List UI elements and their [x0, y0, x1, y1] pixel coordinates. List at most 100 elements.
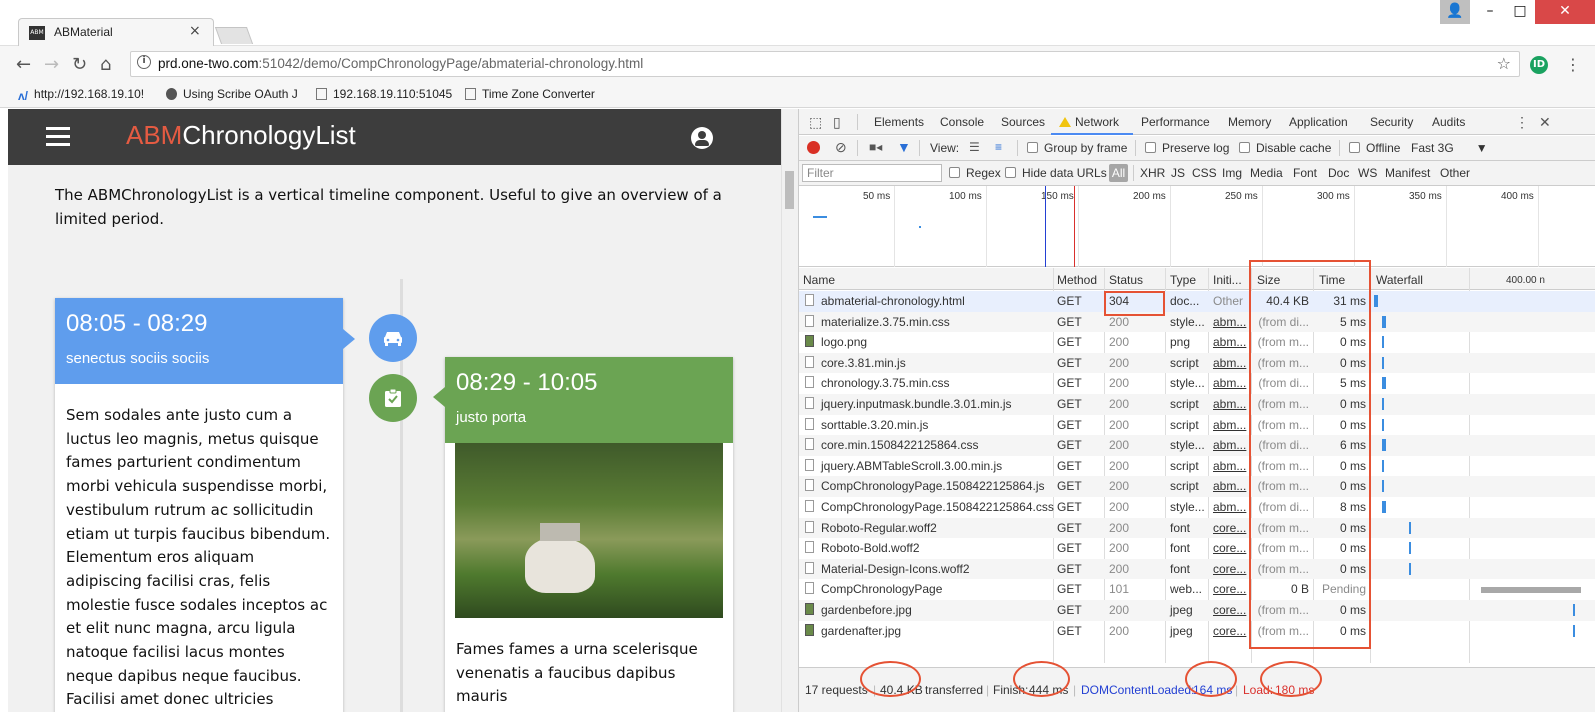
- large-rows-icon[interactable]: ☰: [969, 140, 980, 154]
- type-filter-js[interactable]: JS: [1171, 166, 1185, 180]
- bookmark-item[interactable]: ʌ/http://192.168.19.10!: [18, 87, 144, 103]
- star-icon[interactable]: ☆: [1497, 54, 1511, 73]
- request-initiator[interactable]: abm...: [1213, 438, 1246, 452]
- type-filter-media[interactable]: Media: [1250, 166, 1283, 180]
- browser-tab[interactable]: ABM ABMaterial ×: [18, 18, 214, 46]
- request-initiator[interactable]: abm...: [1213, 335, 1246, 349]
- preserve-log-checkbox[interactable]: Preserve log: [1145, 141, 1229, 155]
- tab-security[interactable]: Security: [1370, 115, 1413, 129]
- hide-data-urls-checkbox[interactable]: Hide data URLs: [1005, 166, 1107, 180]
- forward-arrow-icon[interactable]: →: [44, 54, 59, 75]
- type-filter-doc[interactable]: Doc: [1328, 166, 1349, 180]
- column-method[interactable]: Method: [1057, 273, 1097, 287]
- tab-audits[interactable]: Audits: [1432, 115, 1465, 129]
- request-initiator[interactable]: abm...: [1213, 376, 1246, 390]
- user-profile-icon[interactable]: 👤: [1440, 0, 1470, 24]
- request-row[interactable]: chronology.3.75.min.css GET 200 style... abm…: [799, 373, 1595, 394]
- request-initiator[interactable]: abm...: [1213, 479, 1246, 493]
- request-initiator[interactable]: core...: [1213, 541, 1246, 555]
- overview-icon[interactable]: ≡: [995, 140, 1002, 154]
- bookmark-item[interactable]: Time Zone Converter: [465, 87, 595, 101]
- column-waterfall[interactable]: Waterfall: [1376, 273, 1423, 287]
- type-filter-manifest[interactable]: Manifest: [1385, 166, 1430, 180]
- close-icon[interactable]: ×: [189, 23, 201, 39]
- type-filter-ws[interactable]: WS: [1358, 166, 1377, 180]
- timeline-overview[interactable]: 50 ms 100 ms 150 ms 200 ms 250 ms 300 ms…: [799, 186, 1595, 267]
- request-row[interactable]: gardenbefore.jpg GET 200 jpeg core... (from m…: [799, 600, 1595, 621]
- request-row[interactable]: core.3.81.min.js GET 200 script abm... (from …: [799, 352, 1595, 374]
- request-initiator[interactable]: abm...: [1213, 315, 1246, 329]
- request-name[interactable]: jquery.inputmask.bundle.3.01.min.js: [821, 397, 1012, 411]
- filter-icon[interactable]: ▼: [897, 139, 911, 155]
- request-row[interactable]: gardenafter.jpg GET 200 jpeg core... (from m.…: [799, 621, 1595, 642]
- request-initiator[interactable]: core...: [1213, 624, 1246, 638]
- request-row[interactable]: Roboto-Bold.woff2 GET 200 font core... (from …: [799, 538, 1595, 559]
- tab-console[interactable]: Console: [940, 115, 984, 129]
- request-name[interactable]: Roboto-Bold.woff2: [821, 541, 920, 555]
- request-name[interactable]: logo.png: [821, 335, 867, 349]
- info-icon[interactable]: i: [137, 55, 151, 69]
- request-row[interactable]: logo.png GET 200 png abm... (from m... 0 ms: [799, 332, 1595, 353]
- close-devtools-icon[interactable]: ✕: [1539, 114, 1551, 131]
- request-initiator[interactable]: core...: [1213, 582, 1246, 596]
- request-row[interactable]: jquery.inputmask.bundle.3.01.min.js GET 20…: [799, 394, 1595, 415]
- column-initiator[interactable]: Initi...: [1213, 273, 1242, 287]
- request-row[interactable]: CompChronologyPage GET 101 web... core... 0 B…: [799, 579, 1595, 600]
- request-initiator[interactable]: abm...: [1213, 459, 1246, 473]
- type-filter-font[interactable]: Font: [1293, 166, 1317, 180]
- request-row[interactable]: jquery.ABMTableScroll.3.00.min.js GET 200 s…: [799, 456, 1595, 477]
- request-name[interactable]: Roboto-Regular.woff2: [821, 521, 937, 535]
- request-row[interactable]: Roboto-Regular.woff2 GET 200 font core... (fr…: [799, 517, 1595, 539]
- bookmark-item[interactable]: Using Scribe OAuth J: [166, 87, 298, 101]
- tab-sources[interactable]: Sources: [1001, 115, 1045, 129]
- column-type[interactable]: Type: [1170, 273, 1196, 287]
- request-row[interactable]: abmaterial-chronology.html GET 304 doc... Ot…: [799, 291, 1595, 312]
- record-icon[interactable]: [807, 141, 820, 154]
- throttling-select[interactable]: Fast 3G ▼: [1411, 141, 1488, 155]
- request-name[interactable]: abmaterial-chronology.html: [821, 294, 965, 308]
- tab-performance[interactable]: Performance: [1141, 115, 1210, 129]
- request-name[interactable]: CompChronologyPage.1508422125864.js: [821, 479, 1045, 493]
- request-name[interactable]: gardenbefore.jpg: [821, 603, 912, 617]
- url-text[interactable]: prd.one-two.com:51042/demo/CompChronolog…: [158, 56, 643, 71]
- clear-icon[interactable]: ⊘: [835, 139, 847, 156]
- tab-memory[interactable]: Memory: [1228, 115, 1271, 129]
- new-tab-button[interactable]: [214, 27, 254, 44]
- request-initiator[interactable]: core...: [1213, 603, 1246, 617]
- request-row[interactable]: CompChronologyPage.1508422125864.js GET 20…: [799, 476, 1595, 497]
- request-name[interactable]: sorttable.3.20.min.js: [821, 418, 928, 432]
- request-name[interactable]: core.min.1508422125864.css: [821, 438, 978, 452]
- request-row[interactable]: core.min.1508422125864.css GET 200 style...…: [799, 435, 1595, 456]
- request-row[interactable]: CompChronologyPage.1508422125864.css GET 2…: [799, 497, 1595, 518]
- request-initiator[interactable]: abm...: [1213, 418, 1246, 432]
- filter-input[interactable]: Filter: [802, 164, 942, 182]
- capture-screenshots-icon[interactable]: ■◂: [869, 140, 882, 154]
- disable-cache-checkbox[interactable]: Disable cache: [1239, 141, 1331, 155]
- request-name[interactable]: CompChronologyPage: [821, 582, 942, 596]
- request-name[interactable]: materialize.3.75.min.css: [821, 315, 950, 329]
- request-name[interactable]: chronology.3.75.min.css: [821, 376, 950, 390]
- back-arrow-icon[interactable]: ←: [16, 54, 31, 75]
- account-circle-icon[interactable]: [691, 127, 713, 149]
- maximize-icon[interactable]: □: [1505, 0, 1535, 24]
- request-initiator[interactable]: core...: [1213, 562, 1246, 576]
- request-row[interactable]: Material-Design-Icons.woff2 GET 200 font cor…: [799, 558, 1595, 580]
- window-close-icon[interactable]: ✕: [1535, 0, 1595, 24]
- bookmark-item[interactable]: 192.168.19.110:51045: [316, 87, 452, 101]
- reload-icon[interactable]: ↻: [72, 54, 87, 75]
- request-row[interactable]: sorttable.3.20.min.js GET 200 script abm...(…: [799, 415, 1595, 436]
- request-initiator[interactable]: core...: [1213, 521, 1246, 535]
- request-name[interactable]: Material-Design-Icons.woff2: [821, 562, 970, 576]
- more-options-icon[interactable]: ⋮: [1515, 114, 1529, 131]
- tab-network[interactable]: Network: [1059, 115, 1119, 129]
- type-filter-other[interactable]: Other: [1440, 166, 1470, 180]
- column-name[interactable]: Name: [803, 273, 835, 287]
- address-bar[interactable]: i prd.one-two.com:51042/demo/CompChronol…: [130, 51, 1520, 77]
- request-name[interactable]: core.3.81.min.js: [821, 356, 906, 370]
- type-filter-img[interactable]: Img: [1222, 166, 1242, 180]
- offline-checkbox[interactable]: Offline: [1349, 141, 1400, 155]
- device-toolbar-icon[interactable]: ▯: [833, 114, 841, 131]
- request-name[interactable]: gardenafter.jpg: [821, 624, 901, 638]
- request-initiator[interactable]: abm...: [1213, 397, 1246, 411]
- request-name[interactable]: CompChronologyPage.1508422125864.css: [821, 500, 1054, 514]
